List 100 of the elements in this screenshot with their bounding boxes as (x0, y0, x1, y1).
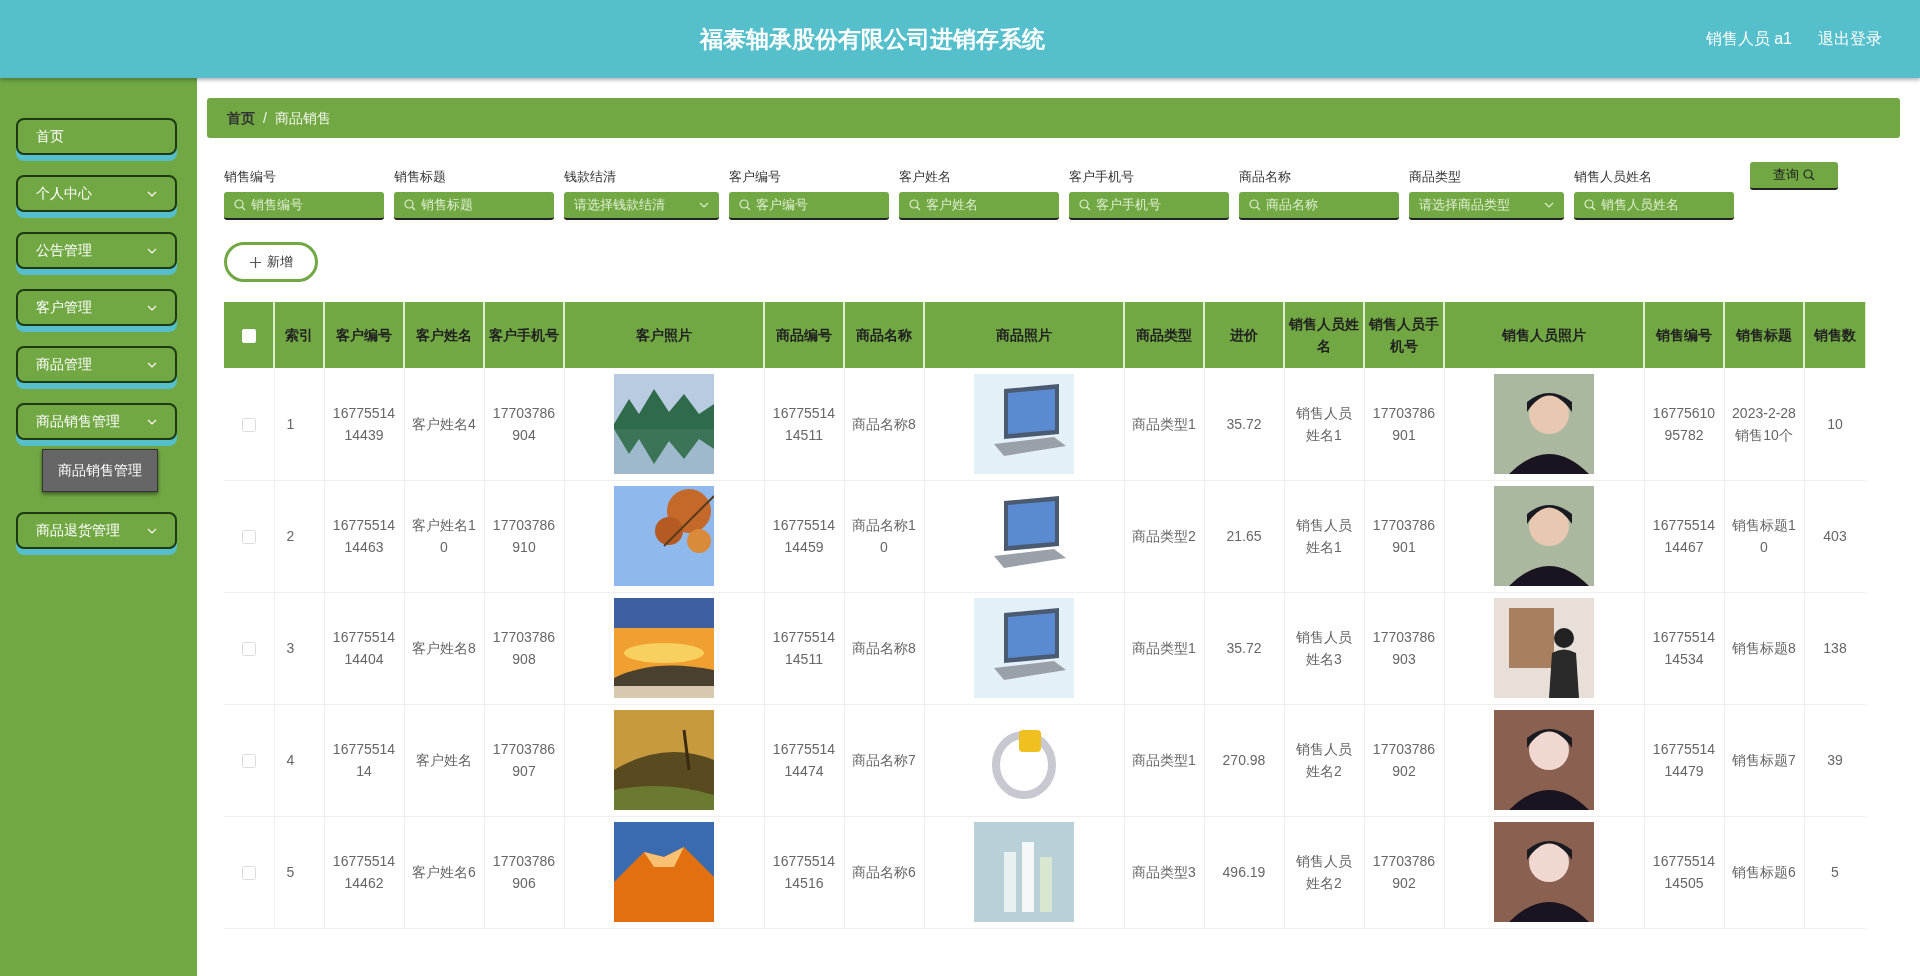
search-icon (234, 199, 246, 211)
table-cell: 17703786907 (492, 741, 556, 779)
column-header: 客户编号 (336, 327, 392, 343)
table-cell: 客户姓名8 (412, 640, 476, 656)
table-cell: 销售人员姓名1 (1296, 404, 1352, 443)
search-icon (909, 199, 921, 211)
table-cell: 21.65 (1226, 528, 1262, 544)
table-cell: 270.98 (1222, 752, 1266, 768)
search-field[interactable]: 销售编号 (224, 192, 384, 220)
search-icon (1249, 199, 1261, 211)
table-cell: 17703786906 (492, 853, 556, 891)
chevron-icon (147, 418, 157, 425)
user-label: 销售人员 a1 (1705, 29, 1792, 49)
select-field[interactable]: 请选择钱款结清 (564, 192, 719, 220)
table-cell: 2023-2-28销售10个 (1732, 404, 1796, 443)
table-cell: 403 (1823, 528, 1847, 544)
table-cell: 1677551414534 (1652, 629, 1716, 667)
table-cell: 3 (286, 640, 295, 656)
column-header: 客户手机号 (489, 327, 559, 343)
column-header: 商品照片 (996, 327, 1052, 343)
logout-link[interactable]: 退出登录 (1818, 27, 1882, 51)
search-field[interactable]: 销售标题 (394, 192, 554, 220)
column-header: 销售人员手机号 (1369, 316, 1439, 354)
breadcrumb-separator: / (263, 108, 267, 128)
filter-label: 商品类型 (1409, 167, 1462, 186)
row-checkbox[interactable] (241, 753, 256, 768)
breadcrumb-link[interactable]: 首页 (227, 107, 255, 129)
table-cell: 1677551414511 (772, 404, 836, 443)
row-checkbox[interactable] (241, 529, 256, 544)
column-header: 客户姓名 (416, 327, 472, 343)
table-cell: 1677561095782 (1652, 404, 1716, 443)
filter-label: 销售标题 (394, 167, 447, 186)
search-field[interactable]: 商品名称 (1239, 192, 1399, 220)
filter-label: 客户手机号 (1069, 167, 1135, 186)
table-cell: 4 (286, 752, 295, 768)
table-cell: 1677551414463 (332, 517, 396, 555)
row-checkbox[interactable] (241, 865, 256, 880)
chevron-icon (147, 527, 157, 534)
table-cell: 客户姓名6 (412, 864, 476, 880)
add-button[interactable]: 新增 (224, 242, 318, 282)
table-cell: 客户姓名 (416, 752, 472, 768)
row-checkbox[interactable] (241, 641, 256, 656)
table-cell: 销售人员姓名3 (1296, 629, 1352, 667)
column-header: 销售人员照片 (1502, 327, 1586, 343)
filter-label: 商品名称 (1239, 167, 1292, 186)
column-header: 销售编号 (1656, 327, 1712, 343)
column-header: 客户照片 (636, 327, 692, 343)
column-header: 索引 (285, 327, 313, 343)
table-cell: 17703786903 (1372, 629, 1436, 667)
table-cell: 17703786901 (1372, 517, 1436, 555)
column-header: 商品名称 (856, 327, 912, 343)
submenu-item[interactable]: 商品销售管理 (42, 449, 158, 492)
table-cell: 1677551414459 (772, 517, 836, 555)
chevron-icon (147, 304, 157, 311)
search-icon (1079, 199, 1091, 211)
breadcrumb-current: 商品销售 (274, 108, 331, 128)
table-cell: 5 (286, 864, 295, 880)
search-field[interactable]: 客户姓名 (899, 192, 1059, 220)
table-cell: 1677551414511 (772, 629, 836, 667)
table-cell: 1677551414467 (1652, 517, 1716, 555)
table-cell: 1677551414462 (332, 853, 396, 891)
table-cell: 销售人员姓名2 (1296, 853, 1352, 891)
table-cell: 10 (1827, 415, 1843, 432)
query-button[interactable]: 查询 (1750, 162, 1838, 190)
search-icon (404, 199, 416, 211)
select-all-checkbox[interactable] (241, 328, 256, 343)
table-cell: 客户姓名4 (412, 415, 476, 432)
column-header: 进价 (1230, 327, 1258, 343)
select-field[interactable]: 请选择商品类型 (1409, 192, 1564, 220)
table-cell: 商品名称6 (852, 864, 916, 880)
table-cell: 销售人员姓名1 (1296, 517, 1352, 555)
table-cell: 35.72 (1226, 415, 1262, 432)
table-cell: 496.19 (1222, 864, 1266, 880)
table-cell: 17703786902 (1372, 853, 1436, 891)
table-cell: 销售标题10 (1732, 517, 1796, 555)
search-icon (1803, 169, 1815, 181)
table-cell: 客户姓名10 (412, 517, 476, 555)
table-cell: 1 (286, 415, 295, 432)
table-cell: 1677551414439 (332, 404, 396, 443)
filter-label: 钱款结清 (564, 167, 617, 186)
table-cell: 商品类型1 (1132, 640, 1196, 656)
table-cell: 5 (1831, 864, 1839, 880)
column-header: 销售数 (1814, 327, 1856, 343)
row-checkbox[interactable] (241, 417, 256, 432)
chevron-icon (147, 361, 157, 368)
search-field[interactable]: 客户手机号 (1069, 192, 1229, 220)
table-cell: 销售人员姓名2 (1296, 741, 1352, 779)
app-title: 福泰轴承股份有限公司进销存系统 (698, 24, 1046, 54)
column-header: 销售人员姓名 (1289, 316, 1359, 354)
search-field[interactable]: 销售人员姓名 (1574, 192, 1734, 220)
table-cell: 1677551414516 (772, 853, 836, 891)
table-cell: 销售标题6 (1732, 864, 1796, 880)
chevron-icon (1544, 202, 1554, 208)
table-cell: 17703786908 (492, 629, 556, 667)
plus-icon (249, 256, 261, 268)
filter-label: 销售编号 (224, 167, 277, 186)
search-field[interactable]: 客户编号 (729, 192, 889, 220)
filter-label: 销售人员姓名 (1574, 167, 1653, 186)
table-cell: 17703786904 (492, 404, 556, 443)
table-cell: 商品类型2 (1132, 528, 1196, 544)
